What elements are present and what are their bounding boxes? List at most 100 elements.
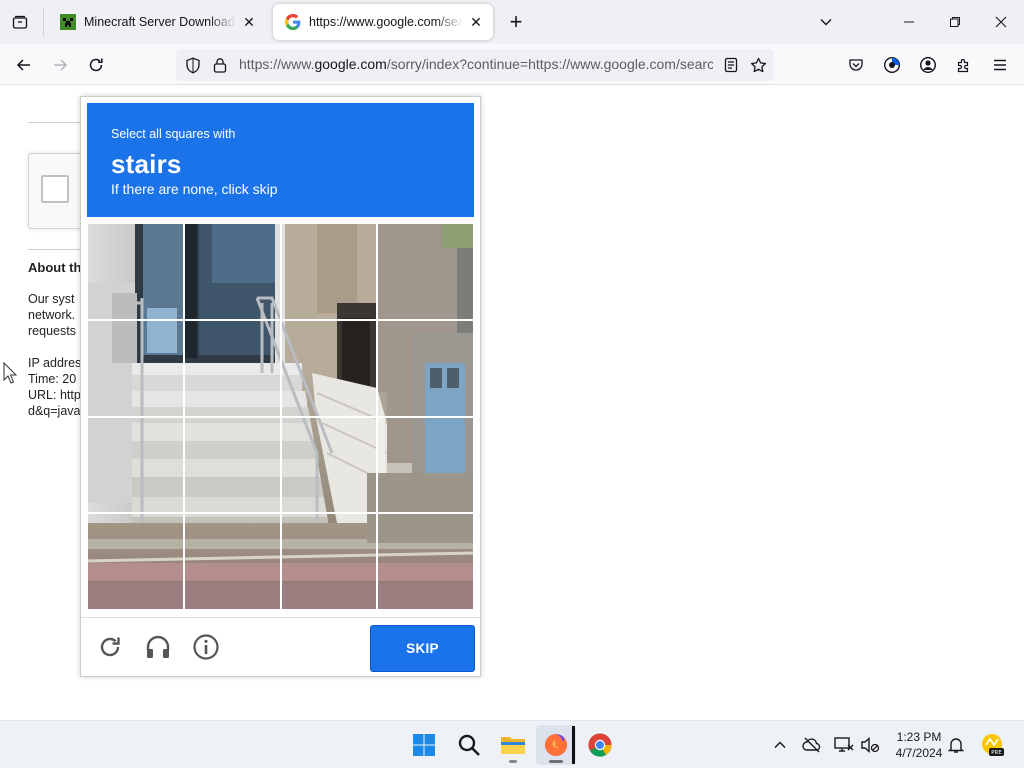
image-tile[interactable]: [376, 223, 474, 321]
chevron-down-icon: [820, 19, 832, 26]
image-tile[interactable]: [279, 512, 379, 610]
network-tray-button[interactable]: [832, 733, 856, 757]
divider: [28, 249, 88, 250]
image-tile[interactable]: [87, 318, 185, 418]
tab-close-icon[interactable]: ✕: [467, 13, 485, 31]
close-window-button[interactable]: [978, 0, 1024, 44]
search-icon: [458, 734, 480, 756]
about-heading: About th: [28, 260, 82, 275]
recaptcha-widget: [28, 153, 88, 229]
focus-caret: [572, 726, 575, 764]
chrome-taskbar-button[interactable]: [580, 725, 620, 765]
plus-icon: +: [509, 9, 523, 34]
cloud-offline-icon: [802, 737, 821, 753]
image-tile[interactable]: [182, 223, 282, 321]
tab-list-button[interactable]: [6, 8, 34, 36]
account-button[interactable]: [913, 50, 943, 80]
active-indicator: [549, 760, 563, 763]
url-bar[interactable]: https://www.google.com/sorry/index?conti…: [176, 49, 774, 81]
recaptcha-challenge-dialog: Select all squares with stairs If there …: [80, 96, 481, 677]
tracking-protection-shield-icon[interactable]: [182, 55, 204, 75]
reload-button[interactable]: [81, 50, 111, 80]
restore-button[interactable]: [932, 0, 978, 44]
about-text-line: network.: [28, 308, 76, 322]
firefox-icon: [545, 734, 567, 756]
tab-close-icon[interactable]: ✕: [240, 13, 258, 31]
skip-button[interactable]: SKIP: [370, 625, 475, 672]
account-icon: [919, 56, 937, 74]
image-tile[interactable]: [182, 512, 282, 610]
image-tile[interactable]: [87, 223, 185, 321]
tab-google[interactable]: https://www.google.com/search?q=javascri…: [273, 4, 493, 40]
restore-icon: [950, 17, 960, 27]
url-prefix: https://www.: [239, 56, 315, 72]
lock-icon[interactable]: [210, 55, 230, 75]
challenge-subtext: If there are none, click skip: [111, 181, 278, 197]
image-tile[interactable]: [182, 318, 282, 418]
forward-arrow-icon: [54, 59, 68, 71]
reload-icon: [100, 637, 120, 657]
minimize-button[interactable]: [886, 0, 932, 44]
file-explorer-button[interactable]: [493, 725, 533, 765]
back-button[interactable]: [9, 50, 39, 80]
file-explorer-icon: [501, 737, 525, 754]
onedrive-tray-button[interactable]: [800, 733, 824, 757]
image-tile[interactable]: [279, 223, 379, 321]
copilot-button[interactable]: PRE: [980, 733, 1004, 757]
mouse-cursor-icon: [3, 362, 17, 384]
tab-strip: Minecraft Server Download | Minecraft ✕ …: [0, 0, 1024, 44]
image-tile[interactable]: [182, 415, 282, 515]
tab-title: https://www.google.com/search?q=javascri…: [309, 15, 463, 29]
windows-start-icon: [413, 734, 435, 756]
firefox-taskbar-button[interactable]: [536, 725, 576, 765]
taskbar: 1:23 PM 4/7/2024 PRE: [0, 720, 1024, 768]
image-tile[interactable]: [376, 318, 474, 418]
image-tile[interactable]: [279, 415, 379, 515]
menu-button[interactable]: [985, 50, 1015, 80]
chrome-icon: [588, 733, 612, 757]
chevron-up-icon: [774, 741, 786, 749]
help-button[interactable]: [191, 632, 221, 662]
start-button[interactable]: [404, 725, 444, 765]
challenge-image-grid: [87, 223, 474, 610]
puzzle-piece-icon: [957, 58, 969, 73]
info-line: IP addres: [28, 356, 82, 370]
bell-icon: [947, 738, 965, 753]
svg-text:PRE: PRE: [991, 750, 1002, 756]
info-line: URL: http: [28, 388, 81, 402]
list-all-tabs-button[interactable]: [812, 8, 840, 36]
info-line: Time: 20: [28, 372, 77, 386]
image-tile[interactable]: [87, 415, 185, 515]
about-text-line: requests: [28, 324, 76, 338]
extensions-button[interactable]: [949, 50, 979, 80]
recaptcha-checkbox[interactable]: [41, 175, 69, 203]
tab-title: Minecraft Server Download | Minecraft: [84, 15, 236, 29]
url-text[interactable]: https://www.google.com/sorry/index?conti…: [239, 56, 713, 74]
minecraft-icon: [60, 14, 76, 30]
image-tile[interactable]: [87, 512, 185, 610]
notifications-button[interactable]: [944, 733, 968, 757]
image-tile[interactable]: [376, 512, 474, 610]
challenge-footer: SKIP: [81, 617, 480, 677]
bookmark-star-icon[interactable]: [748, 55, 768, 75]
tab-minecraft[interactable]: Minecraft Server Download | Minecraft ✕: [48, 4, 266, 40]
image-tile[interactable]: [376, 415, 474, 515]
pocket-icon: [849, 59, 863, 71]
pocket-button[interactable]: [841, 50, 871, 80]
reload-challenge-button[interactable]: [95, 632, 125, 662]
sync-button[interactable]: [877, 50, 907, 80]
minimize-icon: [904, 21, 914, 23]
headphones-icon: [146, 635, 170, 658]
url-path: /sorry/index?continue=https://www.google…: [386, 56, 713, 72]
info-icon: [193, 634, 219, 660]
audio-challenge-button[interactable]: [143, 632, 173, 662]
forward-button[interactable]: [45, 50, 75, 80]
reader-view-icon[interactable]: [721, 55, 741, 75]
image-tile[interactable]: [279, 318, 379, 418]
close-icon: [995, 16, 1007, 28]
new-tab-button[interactable]: +: [502, 8, 530, 36]
taskbar-search-button[interactable]: [449, 725, 489, 765]
show-hidden-icons-button[interactable]: [768, 733, 792, 757]
network-monitor-icon: [834, 737, 854, 752]
volume-tray-button[interactable]: [858, 733, 882, 757]
